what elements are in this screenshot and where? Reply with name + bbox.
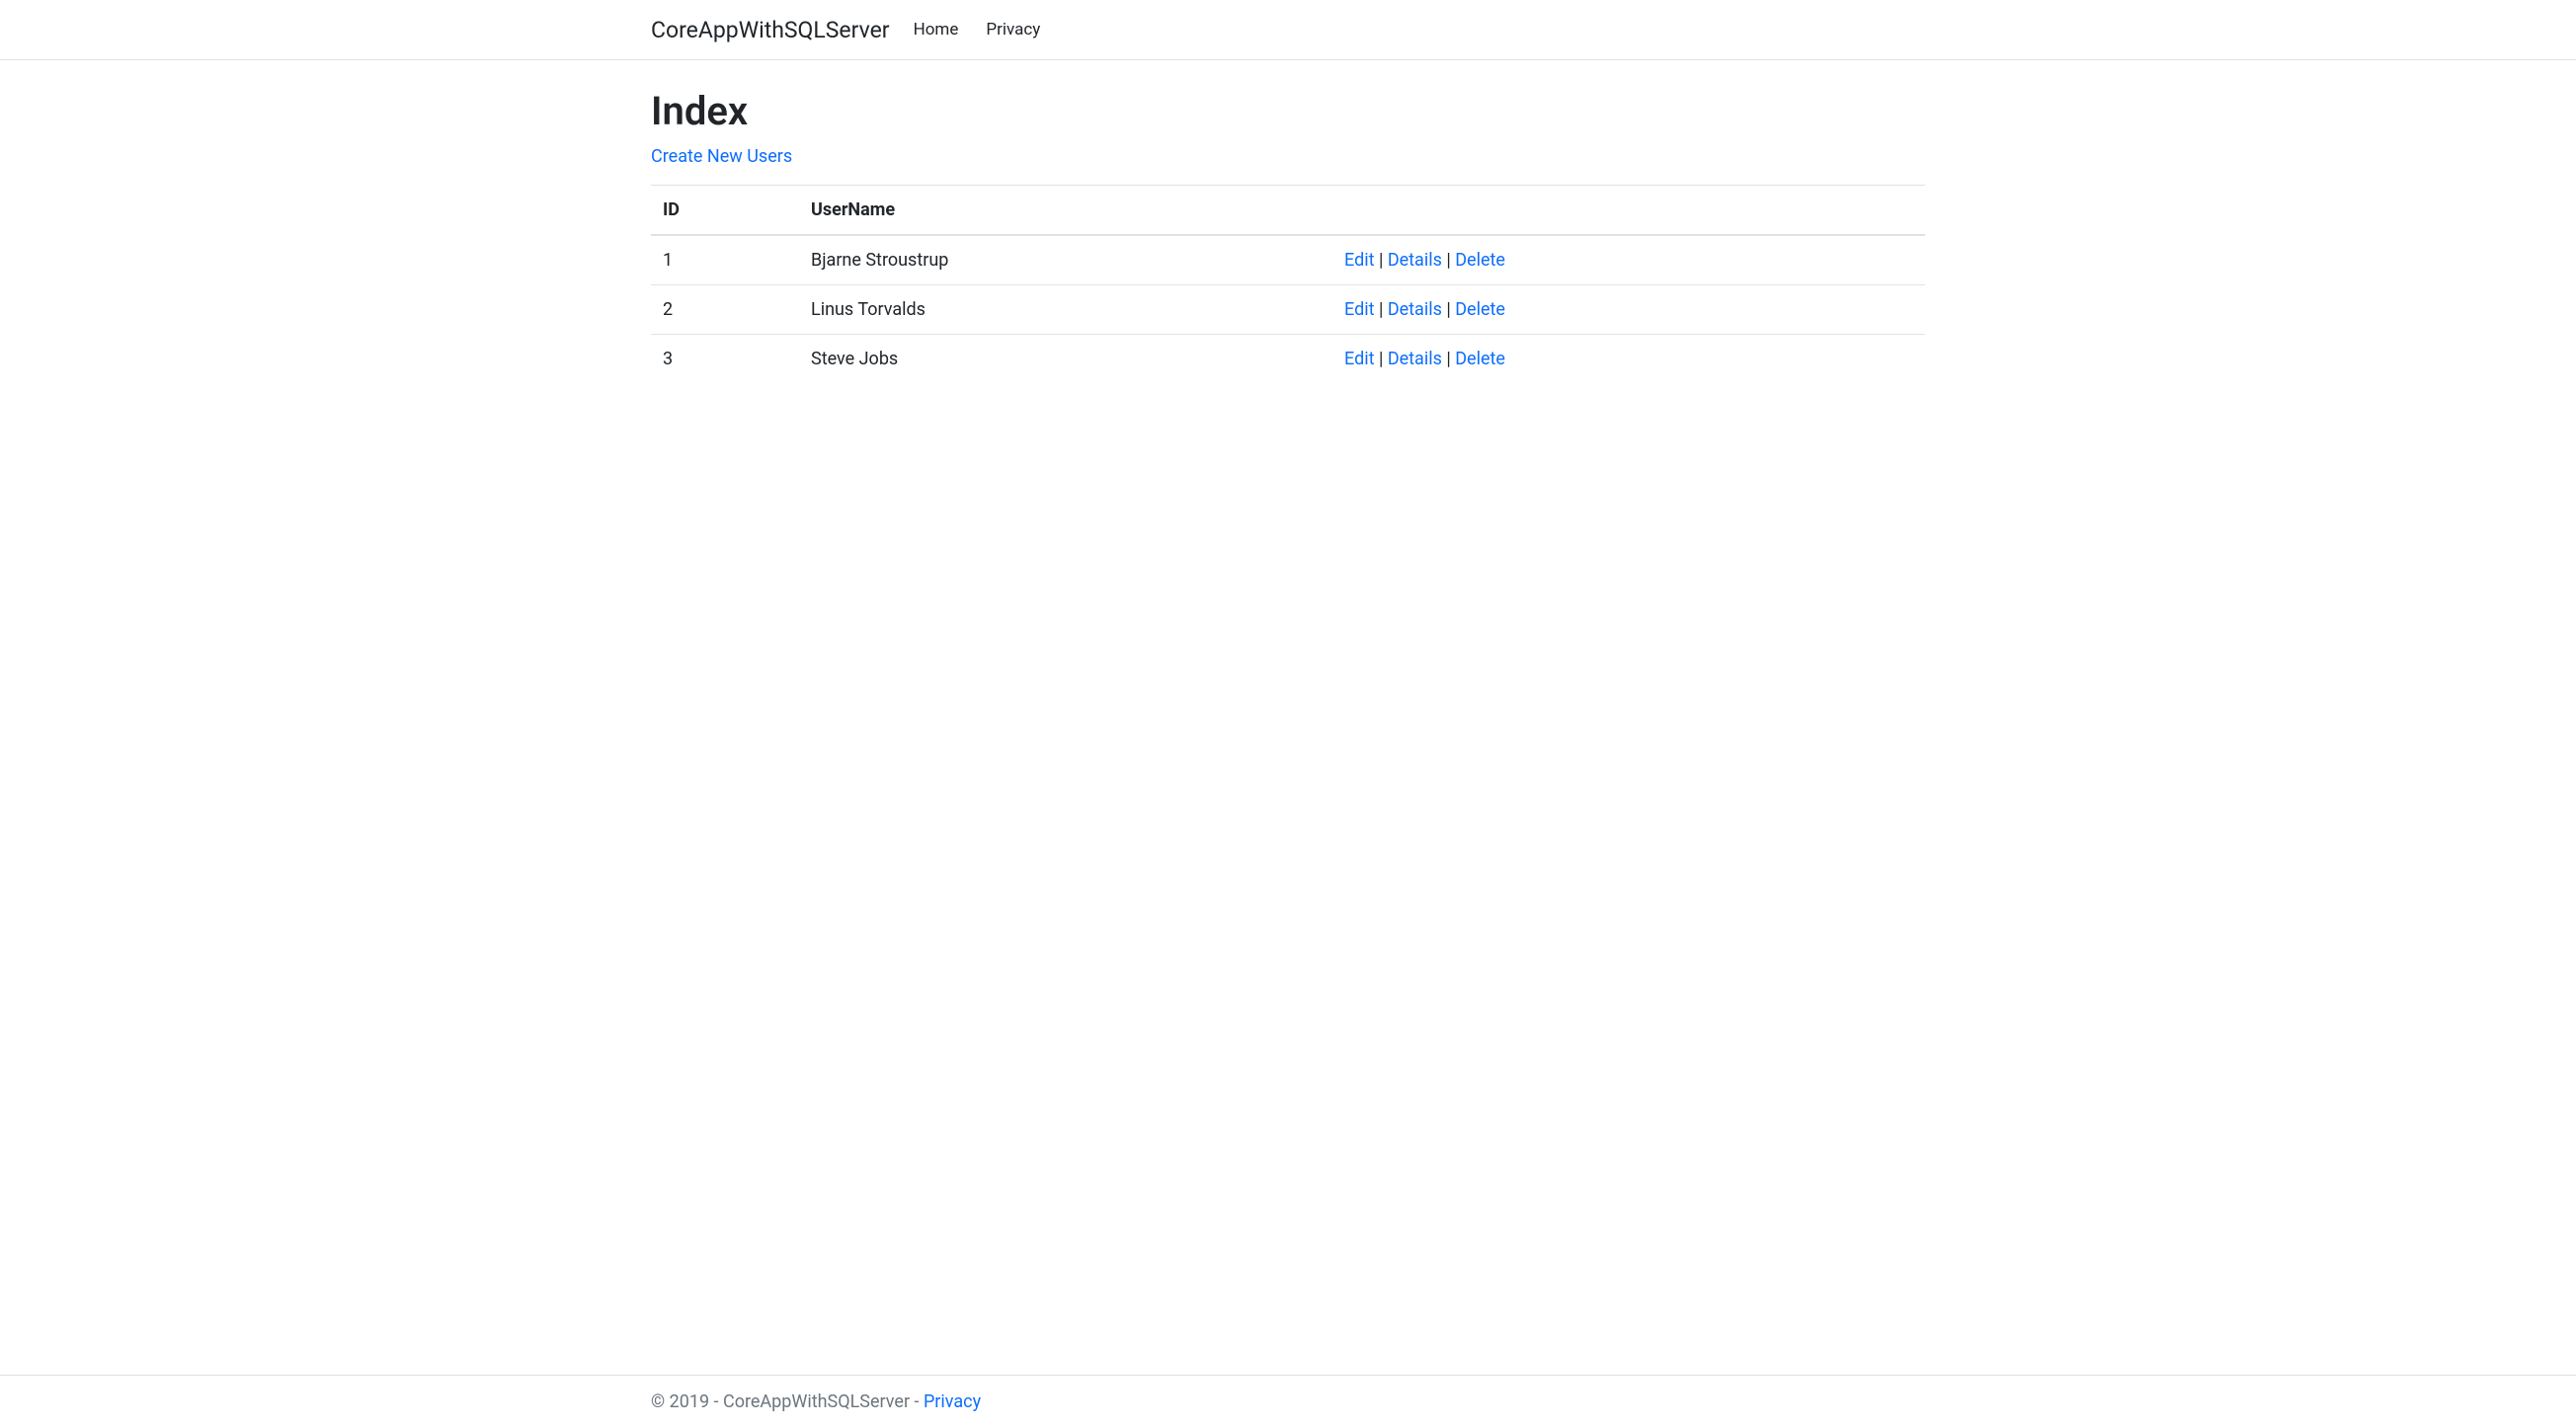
edit-link[interactable]: Edit [1344,250,1374,271]
cell-username: Steve Jobs [799,335,1332,384]
users-table: ID UserName 1Bjarne StroustrupEdit | Det… [651,185,1925,383]
separator: | [1442,349,1455,369]
delete-link[interactable]: Delete [1455,250,1505,271]
delete-link[interactable]: Delete [1455,299,1505,320]
separator: | [1374,349,1387,369]
footer-privacy-link[interactable]: Privacy [924,1391,981,1412]
nav-link-privacy[interactable]: Privacy [982,12,1044,47]
delete-link[interactable]: Delete [1455,349,1505,369]
cell-id: 3 [651,335,799,384]
edit-link[interactable]: Edit [1344,349,1374,369]
main-content: Index Create New Users ID UserName 1Bjar… [0,60,2576,1355]
footer-text: © 2019 - CoreAppWithSQLServer - [651,1391,924,1412]
separator: | [1374,299,1387,320]
cell-username: Bjarne Stroustrup [799,235,1332,285]
cell-username: Linus Torvalds [799,285,1332,335]
cell-id: 1 [651,235,799,285]
separator: | [1442,299,1455,320]
table-header-row: ID UserName [651,186,1925,236]
cell-actions: Edit | Details | Delete [1332,285,1925,335]
header-id: ID [651,186,799,236]
table-row: 3Steve JobsEdit | Details | Delete [651,335,1925,384]
edit-link[interactable]: Edit [1344,299,1374,320]
page-title: Index [651,88,1925,134]
header-actions [1332,186,1925,236]
details-link[interactable]: Details [1388,299,1442,320]
separator: | [1374,250,1387,271]
cell-id: 2 [651,285,799,335]
create-new-users-link[interactable]: Create New Users [651,146,792,167]
details-link[interactable]: Details [1388,250,1442,271]
nav-link-home[interactable]: Home [910,12,963,47]
header-username: UserName [799,186,1332,236]
navbar-brand[interactable]: CoreAppWithSQLServer [651,17,890,43]
footer: © 2019 - CoreAppWithSQLServer - Privacy [0,1375,2576,1428]
navbar: CoreAppWithSQLServer Home Privacy [0,0,2576,60]
separator: | [1442,250,1455,271]
cell-actions: Edit | Details | Delete [1332,335,1925,384]
table-row: 1Bjarne StroustrupEdit | Details | Delet… [651,235,1925,285]
details-link[interactable]: Details [1388,349,1442,369]
table-row: 2Linus TorvaldsEdit | Details | Delete [651,285,1925,335]
cell-actions: Edit | Details | Delete [1332,235,1925,285]
